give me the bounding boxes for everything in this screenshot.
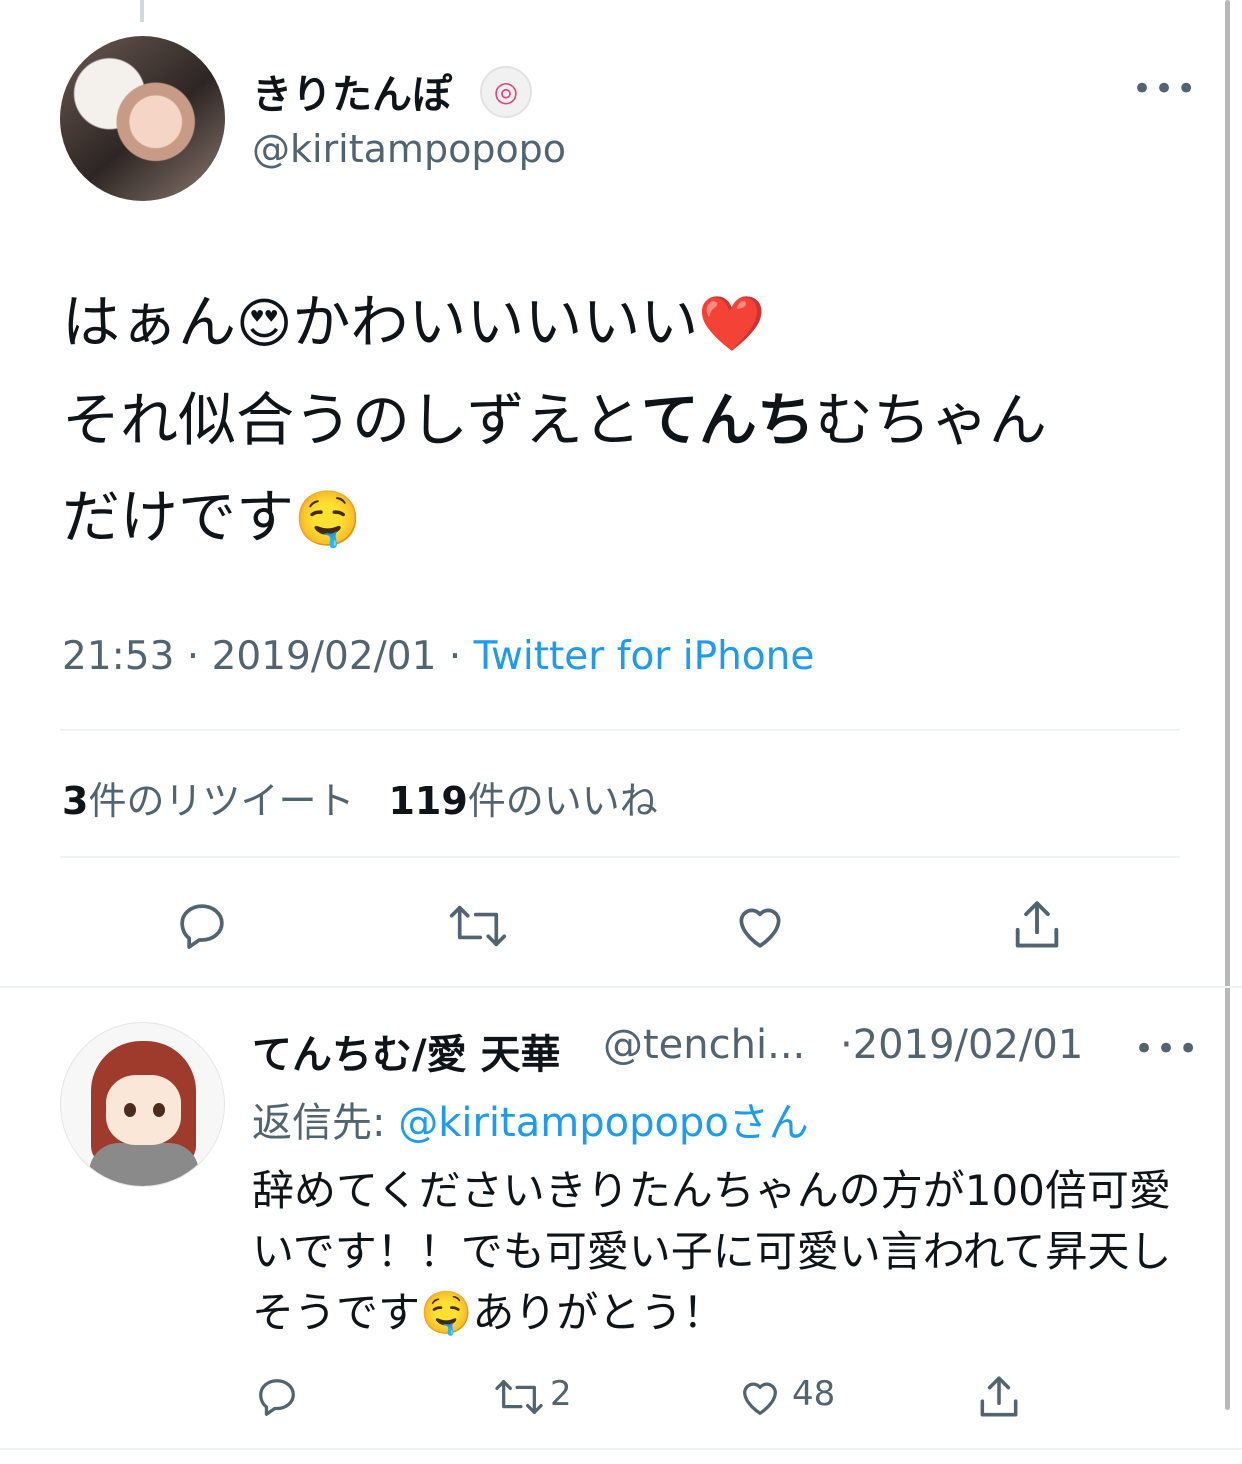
reply-reply-button[interactable] [254, 1374, 300, 1420]
reply-more-options-button[interactable]: ••• [1134, 1032, 1200, 1066]
reply-author-handle[interactable]: @tenchi... [603, 1022, 805, 1068]
reply-retweet-button[interactable] [492, 1374, 546, 1420]
retweet-icon [449, 905, 507, 947]
author-handle[interactable]: @kiritampopopo [252, 127, 566, 171]
naruto-icon: ◎ [480, 66, 532, 118]
red-heart-emoji-icon: ❤️ [698, 292, 766, 355]
tweet-text-line1-b: かわいいいいい [292, 288, 699, 356]
tweet-source-link[interactable]: Twitter for iPhone [474, 634, 815, 679]
like-count: 119 [388, 779, 468, 823]
author-display-name[interactable]: きりたんぽ [252, 62, 452, 120]
retweet-count: 3 [62, 779, 89, 823]
more-options-button[interactable]: ••• [1132, 72, 1198, 106]
author-avatar[interactable] [60, 36, 225, 201]
reply-text: 辞めてくださいきりたんちゃんの方が100倍可愛いです！！でも可愛い子に可愛い言わ… [252, 1160, 1182, 1343]
reply-text-part2: ありがとう！ [472, 1288, 725, 1337]
reply-timestamp[interactable]: ·2019/02/01 [840, 1022, 1083, 1068]
share-button[interactable] [1008, 896, 1066, 954]
tweet-detail-page: きりたんぽ ◎ @kiritampopopo ••• はぁん😍かわいいいいい❤️… [0, 0, 1242, 1464]
reply-share-button[interactable] [974, 1372, 1024, 1422]
reply-author-avatar[interactable] [60, 1022, 225, 1187]
tweet-text-line3: だけです [62, 483, 295, 551]
like-button[interactable] [731, 898, 789, 954]
reply-date: 2019/02/01 [852, 1022, 1084, 1068]
scrollbar[interactable] [1225, 0, 1230, 1410]
meta-separator: · [174, 634, 212, 679]
tweet-text-line2-a: それ似合うのしずえと [62, 386, 641, 454]
thread-connector-line [140, 0, 144, 22]
meta-separator: · [436, 634, 474, 679]
like-icon [743, 1382, 777, 1415]
share-icon [980, 1376, 1018, 1417]
like-icon [739, 908, 781, 948]
tweet-date[interactable]: 2019/02/01 [212, 634, 437, 679]
engagement-stats: 3件のリツイート 119件のいいね [62, 770, 658, 825]
like-label: 件のいいね [467, 779, 658, 823]
tweet-text-line1-a: はぁん [62, 288, 237, 356]
tweet-text-line2-bold: てんち [640, 386, 815, 454]
section-divider [0, 986, 1242, 988]
reply-time-separator: · [840, 1022, 853, 1068]
reply-to-mention-link[interactable]: @kiritampopopoさん [398, 1100, 809, 1146]
reply-to-label: 返信先: [252, 1100, 399, 1146]
tweet-text: はぁん😍かわいいいいい❤️ それ似合うのしずえとてんちむちゃん だけです🤤 [62, 274, 1182, 567]
reply-icon [180, 904, 224, 949]
drooling-face-emoji-icon: 🤤 [294, 487, 362, 550]
retweet-icon [495, 1380, 543, 1414]
retweet-button[interactable] [446, 898, 510, 954]
tweet-text-line2-b: むちゃん [814, 386, 1047, 454]
retweets-stat[interactable]: 3件のリツイート [62, 779, 354, 823]
tweet-metadata: 21:53 · 2019/02/01 · Twitter for iPhone [62, 634, 814, 679]
reply-button[interactable] [174, 898, 230, 954]
share-icon [1015, 901, 1059, 948]
drooling-face-emoji-icon: 🤤 [420, 1288, 473, 1337]
reply-like-count: 48 [792, 1374, 836, 1414]
reply-retweet-count: 2 [550, 1374, 572, 1414]
reply-to-line: 返信先: @kiritampopopoさん [252, 1090, 809, 1148]
reply-author-display-name[interactable]: てんちむ/愛 天華 [252, 1022, 561, 1080]
reply-icon [259, 1379, 295, 1416]
divider [60, 729, 1180, 731]
heart-eyes-emoji-icon: 😍 [236, 292, 293, 355]
reply-like-button[interactable] [736, 1374, 784, 1420]
tweet-time[interactable]: 21:53 [62, 634, 174, 679]
likes-stat[interactable]: 119件のいいね [388, 779, 657, 823]
retweet-label: 件のリツイート [88, 779, 355, 823]
divider [60, 856, 1180, 858]
section-divider [0, 1448, 1242, 1450]
